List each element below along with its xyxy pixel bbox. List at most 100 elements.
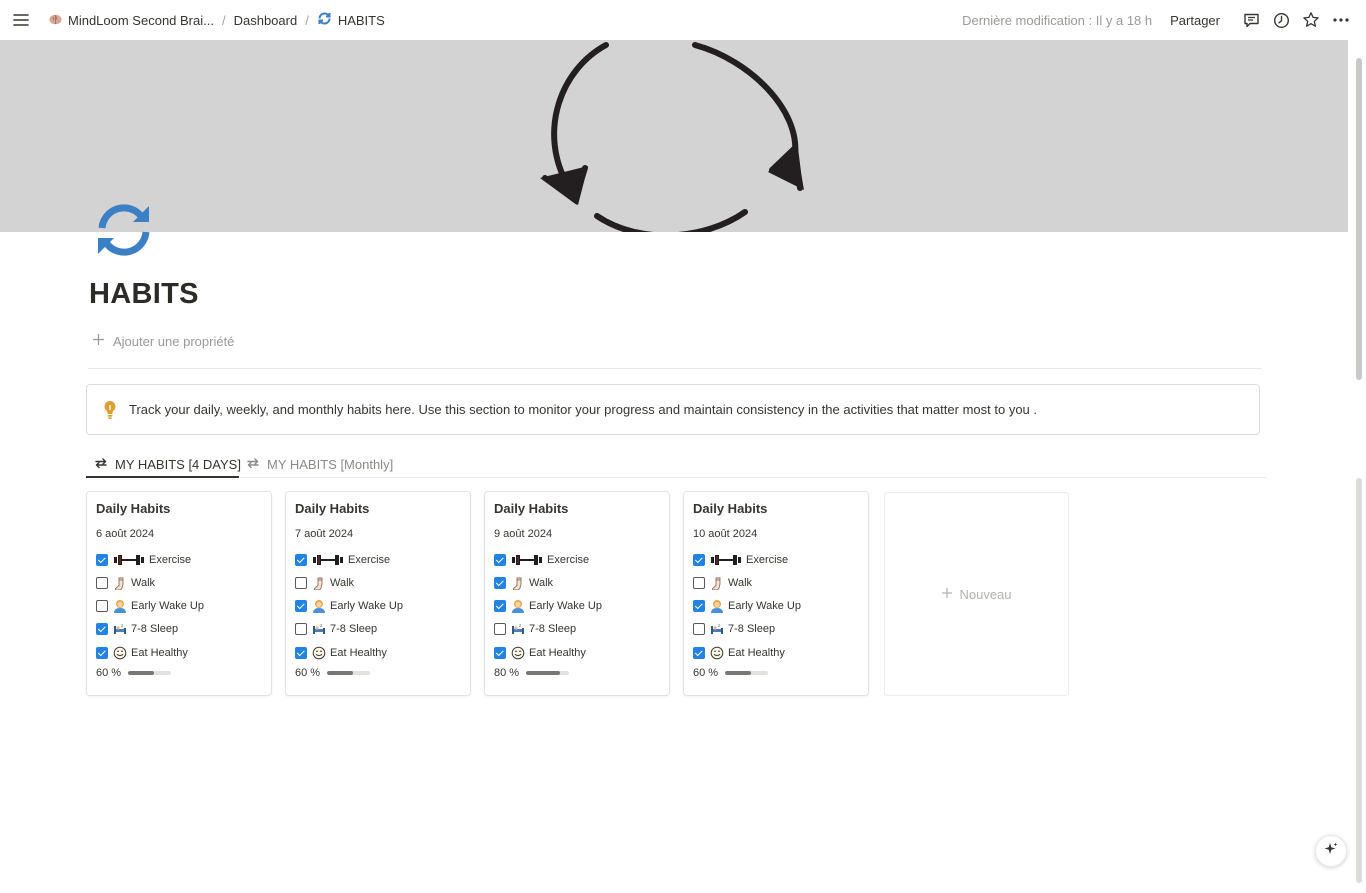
habit-checkbox[interactable] <box>295 554 307 566</box>
sleeping-bed-icon: z <box>113 622 127 636</box>
sleeping-bed-icon: z <box>511 622 525 636</box>
habit-checkbox[interactable] <box>96 623 108 635</box>
habit-card[interactable]: Daily Habits 7 août 2024 Exercise Walk Early… <box>285 491 471 696</box>
page-title[interactable]: HABITS <box>89 278 199 311</box>
habit-checkbox[interactable] <box>494 647 506 659</box>
svg-text:z: z <box>519 623 521 628</box>
more-icon[interactable] <box>1331 10 1351 30</box>
habit-checkbox[interactable] <box>494 577 506 589</box>
breadcrumb: MindLoom Second Brai... / Dashboard / HA… <box>44 0 390 40</box>
card-title: Daily Habits <box>494 501 569 516</box>
habit-label: 7-8 Sleep <box>728 623 776 635</box>
habit-checkbox[interactable] <box>693 554 705 566</box>
habit-label: 7-8 Sleep <box>529 623 577 635</box>
habit-checkbox[interactable] <box>693 647 705 659</box>
breadcrumb-label: Dashboard <box>233 12 298 28</box>
progress: 60 % <box>96 667 172 679</box>
habit-label: Walk <box>131 577 156 589</box>
svg-text:z: z <box>121 623 123 628</box>
habit-card[interactable]: Daily Habits 9 août 2024 Exercise Walk Early… <box>484 491 670 696</box>
ai-assistant-button[interactable] <box>1315 835 1347 867</box>
tab-my-habits-monthly[interactable]: MY HABITS [Monthly] <box>246 452 393 476</box>
habit-item: Early Wake Up <box>96 598 204 614</box>
breadcrumb-dashboard[interactable]: Dashboard <box>229 10 303 31</box>
top-bar: MindLoom Second Brai... / Dashboard / HA… <box>0 0 1366 40</box>
last-modified: Dernière modification : Il y a 18 h <box>962 12 1153 28</box>
share-button[interactable]: Partager <box>1166 10 1224 31</box>
cycle-arrows-icon <box>540 42 804 232</box>
plus-icon <box>92 333 105 349</box>
comment-icon[interactable] <box>1241 10 1261 30</box>
habit-label: Exercise <box>348 554 391 566</box>
top-actions: Dernière modification : Il y a 18 h Part… <box>962 0 1356 40</box>
dumbbell-icon <box>511 553 543 567</box>
breadcrumb-habits[interactable]: HABITS <box>312 9 390 31</box>
progress: 60 % <box>295 667 371 679</box>
habit-item: Early Wake Up <box>693 598 801 614</box>
habit-card[interactable]: Daily Habits 6 août 2024 Exercise Walk Early… <box>86 491 272 696</box>
breadcrumb-workspace[interactable]: MindLoom Second Brai... <box>44 10 219 31</box>
habit-label: Eat Healthy <box>728 647 785 659</box>
habit-item: Walk <box>693 575 752 591</box>
habit-checkbox[interactable] <box>96 647 108 659</box>
progress-bar <box>725 671 769 675</box>
habit-label: Early Wake Up <box>529 600 602 612</box>
habit-item: Walk <box>494 575 553 591</box>
new-card-label: Nouveau <box>959 586 1012 602</box>
habit-item: Early Wake Up <box>494 598 602 614</box>
lightbulb-icon <box>103 400 117 420</box>
habit-label: Eat Healthy <box>131 647 188 659</box>
progress-bar-fill <box>725 671 751 675</box>
habit-item: z 7-8 Sleep <box>295 621 377 637</box>
habit-checkbox[interactable] <box>295 647 307 659</box>
sock-icon <box>312 576 326 590</box>
habit-checkbox[interactable] <box>693 577 705 589</box>
tab-label: MY HABITS [Monthly] <box>267 456 394 472</box>
brain-icon <box>49 13 62 28</box>
progress-label: 60 % <box>693 667 719 679</box>
add-property-button[interactable]: Ajouter une propriété <box>92 333 234 349</box>
habit-label: Walk <box>330 577 355 589</box>
habit-checkbox[interactable] <box>693 623 705 635</box>
habit-item: Eat Healthy <box>494 645 586 661</box>
habit-checkbox[interactable] <box>494 554 506 566</box>
scrollbar-thumb[interactable] <box>1356 58 1362 380</box>
dumbbell-icon <box>710 553 742 567</box>
smiling-face-icon <box>511 646 525 660</box>
habit-label: Exercise <box>547 554 590 566</box>
habit-checkbox[interactable] <box>96 554 108 566</box>
page-refresh-icon[interactable] <box>92 202 156 258</box>
habit-label: 7-8 Sleep <box>330 623 378 635</box>
card-date: 9 août 2024 <box>494 528 553 540</box>
habit-checkbox[interactable] <box>295 600 307 612</box>
card-title: Daily Habits <box>96 501 171 516</box>
dumbbell-icon <box>113 553 145 567</box>
progress: 80 % <box>494 667 570 679</box>
history-icon[interactable] <box>1271 10 1291 30</box>
tab-my-habits-4-days[interactable]: MY HABITS [4 DAYS] <box>94 452 241 476</box>
habit-checkbox[interactable] <box>494 623 506 635</box>
habit-checkbox[interactable] <box>96 577 108 589</box>
plus-icon <box>941 587 953 602</box>
habit-checkbox[interactable] <box>96 600 108 612</box>
svg-text:z: z <box>320 623 322 628</box>
card-title: Daily Habits <box>295 501 370 516</box>
star-icon[interactable] <box>1301 10 1321 30</box>
habit-checkbox[interactable] <box>693 600 705 612</box>
refresh-icon <box>317 12 332 28</box>
progress: 60 % <box>693 667 769 679</box>
menu-icon[interactable] <box>12 11 30 29</box>
card-title: Daily Habits <box>693 501 768 516</box>
habit-label: Walk <box>529 577 554 589</box>
habit-item: Exercise <box>693 552 788 568</box>
habit-label: Exercise <box>746 554 789 566</box>
svg-text:z: z <box>718 623 720 628</box>
habit-card[interactable]: Daily Habits 10 août 2024 Exercise Walk Earl… <box>683 491 869 696</box>
habit-checkbox[interactable] <box>295 623 307 635</box>
dumbbell-icon <box>312 553 344 567</box>
card-date: 6 août 2024 <box>96 528 155 540</box>
new-card-button[interactable]: Nouveau <box>884 492 1069 696</box>
habit-checkbox[interactable] <box>494 600 506 612</box>
habit-item: Exercise <box>295 552 390 568</box>
habit-checkbox[interactable] <box>295 577 307 589</box>
